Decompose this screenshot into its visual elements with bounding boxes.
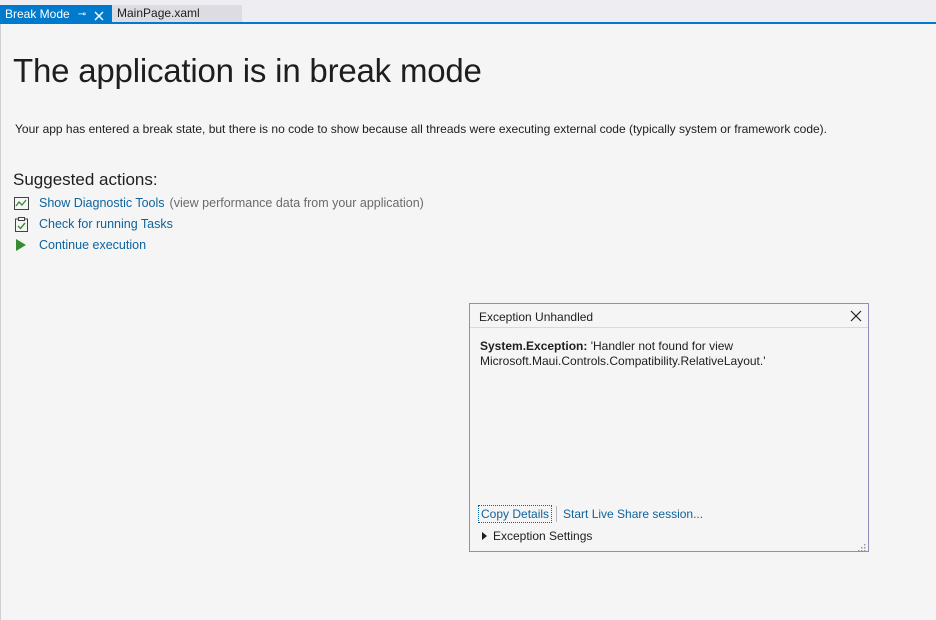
close-icon[interactable] <box>848 308 864 324</box>
popup-title: Exception Unhandled <box>479 310 594 324</box>
tab-mainpage-label: MainPage.xaml <box>117 6 200 20</box>
document-tab-strip: Break Mode ⊸ MainPage.xaml <box>0 0 936 24</box>
show-diagnostic-tools-note: (view performance data from your applica… <box>169 196 424 210</box>
exception-message: System.Exception: 'Handler not found for… <box>480 339 860 369</box>
action-show-diagnostic-tools: Show Diagnostic Tools (view performance … <box>13 194 424 212</box>
play-icon <box>13 237 29 253</box>
show-diagnostic-tools-link[interactable]: Show Diagnostic Tools <box>39 196 165 210</box>
popup-actions: Copy Details Start Live Share session... <box>478 505 703 523</box>
exception-type: System.Exception: <box>480 339 588 353</box>
expand-triangle-icon <box>482 532 487 540</box>
suggested-actions-heading: Suggested actions: <box>13 170 158 189</box>
exception-settings-label: Exception Settings <box>493 529 593 543</box>
diagnostic-chart-icon <box>13 195 29 211</box>
resize-grip-icon[interactable] <box>856 539 866 552</box>
page-title: The application is in break mode <box>13 52 482 89</box>
close-tab-icon[interactable] <box>93 9 105 21</box>
editor-left-border <box>0 24 1 620</box>
link-separator <box>556 506 558 522</box>
exception-message-line2: Microsoft.Maui.Controls.Compatibility.Re… <box>480 354 766 368</box>
exception-unhandled-popup: Exception Unhandled System.Exception: 'H… <box>469 303 869 552</box>
copy-details-button[interactable]: Copy Details <box>478 505 553 523</box>
exception-settings-expander[interactable]: Exception Settings <box>482 529 592 543</box>
continue-execution-link[interactable]: Continue execution <box>39 238 146 252</box>
popup-header: Exception Unhandled <box>470 304 868 328</box>
action-continue-execution: Continue execution <box>13 236 146 254</box>
check-running-tasks-link[interactable]: Check for running Tasks <box>39 217 173 231</box>
action-check-running-tasks: Check for running Tasks <box>13 215 173 233</box>
start-live-share-link[interactable]: Start Live Share session... <box>563 507 703 521</box>
break-description: Your app has entered a break state, but … <box>15 122 827 136</box>
tab-mainpage-xaml[interactable]: MainPage.xaml <box>112 5 242 22</box>
exception-message-line1: 'Handler not found for view <box>590 339 734 353</box>
task-clipboard-icon <box>13 216 29 232</box>
tab-underline <box>0 22 936 24</box>
